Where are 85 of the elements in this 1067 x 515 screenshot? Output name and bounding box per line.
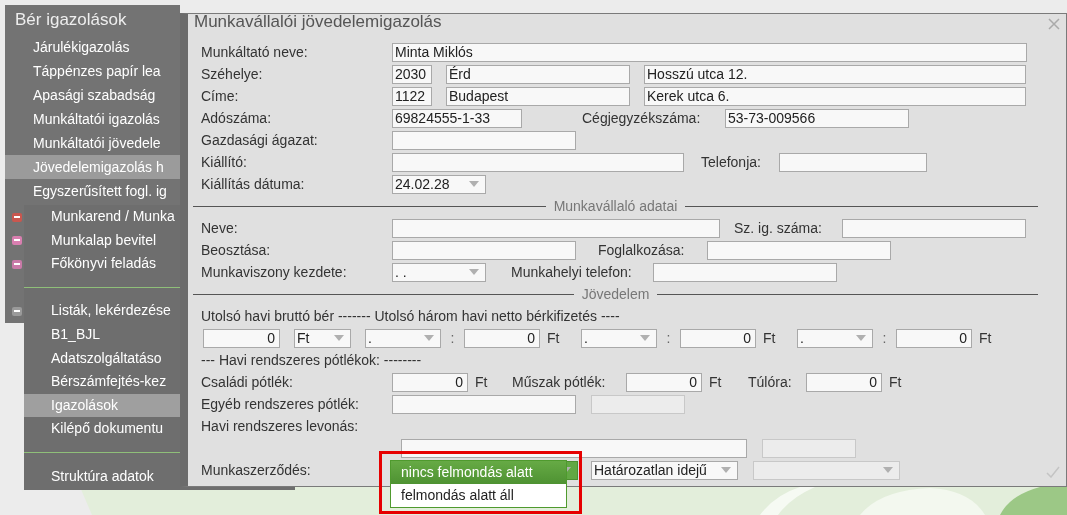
caret-icon xyxy=(856,335,866,341)
caret-icon xyxy=(640,335,650,341)
text: : xyxy=(449,330,456,346)
input-field[interactable] xyxy=(392,394,576,414)
input-field[interactable]: 0 xyxy=(626,372,702,392)
dropdown[interactable]: . xyxy=(797,328,873,348)
input-field[interactable]: 0 xyxy=(464,328,540,348)
input-field[interactable]: 0 xyxy=(680,328,756,348)
menu-item[interactable]: Egyszerűsített fogl. ig xyxy=(5,179,180,203)
field-label: Beosztása: xyxy=(201,242,272,258)
field-label: Családi pótlék: xyxy=(201,374,294,390)
caret-icon xyxy=(469,181,479,187)
input-field[interactable]: Budapest xyxy=(446,86,630,106)
field-label: Foglalkozása: xyxy=(598,242,686,258)
unit-label: Ft xyxy=(708,374,723,390)
input-field[interactable]: 0 xyxy=(203,328,280,348)
menu-item[interactable]: Táppénzes papír lea xyxy=(5,59,180,83)
input-field[interactable] xyxy=(392,152,684,172)
dropdown[interactable]: . xyxy=(365,328,441,348)
dropdown[interactable]: 24.02.28 xyxy=(392,174,486,194)
menu-title: Bér igazolások xyxy=(14,9,128,31)
dropdown-option[interactable]: felmondás alatt áll xyxy=(391,483,566,507)
section-title: Munkavállaló adatai xyxy=(553,198,678,214)
field-label: Cégjegyzékszáma: xyxy=(582,110,702,126)
unit-label: Ft xyxy=(978,330,993,346)
input-field[interactable]: 0 xyxy=(392,372,468,392)
input-field[interactable]: 69824555-1-33 xyxy=(392,108,522,128)
caret-icon xyxy=(721,467,731,473)
field-label: Sz. ig. száma: xyxy=(734,220,823,236)
menu-item[interactable]: Munkáltatói jövedele xyxy=(5,131,180,155)
input-field[interactable] xyxy=(401,438,747,458)
field-label: Munkaszerződés: xyxy=(201,462,312,478)
input-field[interactable]: 0 xyxy=(806,372,882,392)
input-field[interactable]: Minta Miklós xyxy=(392,42,1027,62)
input-field[interactable] xyxy=(392,130,576,150)
dropdown[interactable]: Ft xyxy=(294,328,351,348)
field-label: Gazdasági ágazat: xyxy=(201,132,319,148)
field-label: Adószáma: xyxy=(201,110,273,126)
text: : xyxy=(881,330,888,346)
input-field[interactable] xyxy=(392,218,720,238)
menu-item[interactable]: Apasági szabadság xyxy=(5,83,180,107)
input-field[interactable]: 2030 xyxy=(392,64,432,84)
caret-icon xyxy=(883,467,893,473)
dropdown[interactable]: . . xyxy=(392,262,486,282)
field-label: Munkáltató neve: xyxy=(201,44,309,60)
input-field[interactable] xyxy=(707,240,891,260)
unit-label: Ft xyxy=(474,374,489,390)
dropdown[interactable]: Határozatlan idejű xyxy=(591,460,738,480)
input-field[interactable]: Kerek utca 6. xyxy=(644,86,1026,106)
caret-icon xyxy=(334,335,344,341)
caret-icon xyxy=(424,335,434,341)
input-field[interactable] xyxy=(392,240,576,260)
check-icon xyxy=(1046,466,1060,478)
field-label: Telefonja: xyxy=(701,154,762,170)
input-field[interactable]: Hosszú utca 12. xyxy=(644,64,1026,84)
field-label: Széhelye: xyxy=(201,66,264,82)
dropdown[interactable]: . xyxy=(581,328,657,348)
field-label: Munkahelyi telefon: xyxy=(511,264,633,280)
input-field[interactable] xyxy=(653,262,837,282)
field-label: Neve: xyxy=(201,220,239,236)
unit-label: Ft xyxy=(546,330,561,346)
input-field[interactable] xyxy=(842,218,1026,238)
text: : xyxy=(665,330,672,346)
field-label: Műszak pótlék: xyxy=(512,374,607,390)
unit-label: Ft xyxy=(888,374,903,390)
close-icon[interactable] xyxy=(1048,18,1060,30)
field-label: Havi rendszeres levonás: xyxy=(201,418,360,434)
field-label: Címe: xyxy=(201,88,240,104)
caret-icon xyxy=(469,269,479,275)
field-label: Kiállító: xyxy=(201,154,248,170)
text: --- Havi rendszeres pótlékok: -------- xyxy=(201,352,422,368)
input-field[interactable]: 0 xyxy=(896,328,972,348)
unit-label: Ft xyxy=(762,330,777,346)
input-field[interactable]: 1122 xyxy=(392,86,432,106)
section-title: Jövedelem xyxy=(581,286,650,302)
input-field[interactable] xyxy=(779,152,927,172)
field-label: Kiállítás dátuma: xyxy=(201,176,306,192)
input-field[interactable]: 53-73-009566 xyxy=(725,108,909,128)
menu-item[interactable]: Munkáltatói igazolás xyxy=(5,107,180,131)
dialog-title: Munkavállalói jövedelemigazolás xyxy=(194,12,442,32)
menu-item[interactable]: Járulékigazolás xyxy=(5,35,180,59)
text: Utolsó havi bruttó bér ------- Utolsó három havi netto bérkifizetés ---- xyxy=(201,308,620,324)
input-field[interactable]: Érd xyxy=(446,64,630,84)
field-label: Túlóra: xyxy=(748,374,793,390)
field-label: Munkaviszony kezdete: xyxy=(201,264,348,280)
